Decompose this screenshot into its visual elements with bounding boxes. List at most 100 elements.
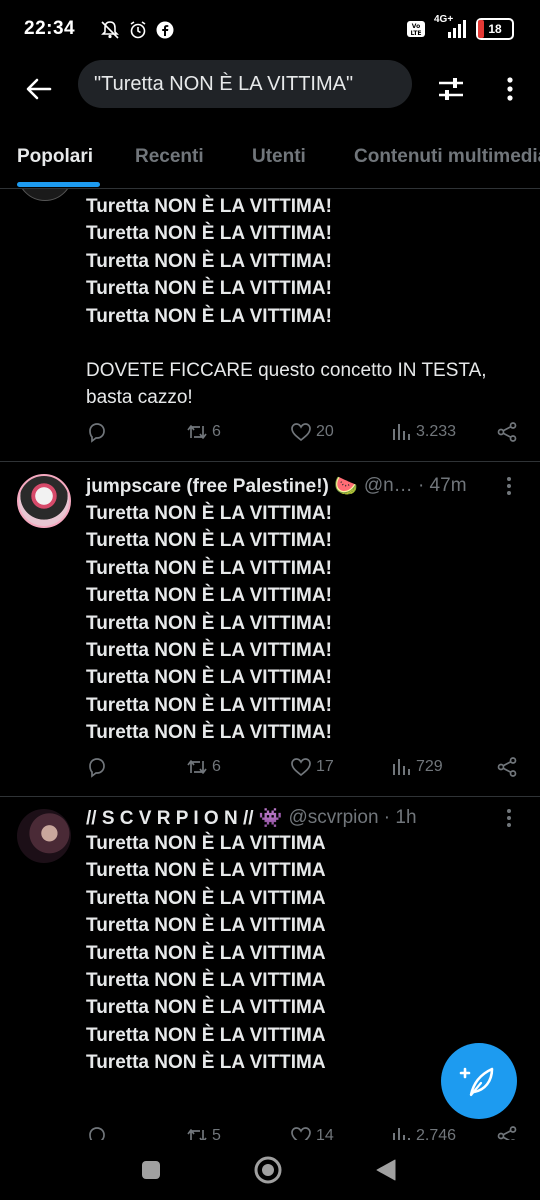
tweet-line: Turetta NON È LA VITTIMA [86, 915, 326, 937]
more-vertical-icon [507, 77, 513, 101]
volte-icon: VoLTE [407, 21, 425, 37]
author-name[interactable]: jumpscare (free Palestine!) 🍉 [86, 474, 358, 498]
more-options-button[interactable] [498, 72, 522, 106]
more-vertical-icon[interactable] [498, 806, 520, 830]
views-chart-icon [393, 1128, 410, 1140]
system-navigation-bar [0, 1140, 540, 1200]
share-icon [497, 1126, 517, 1140]
tweet-line: Turetta NON È LA VITTIMA! [86, 585, 332, 607]
facebook-icon [156, 21, 174, 39]
svg-text:Vo: Vo [412, 23, 420, 30]
tweet-actions: 6 20 3.233 [86, 421, 518, 449]
tweet-actions: 5 14 2.746 [86, 1125, 518, 1140]
alarm-icon [130, 21, 146, 39]
recents-button[interactable] [136, 1155, 166, 1185]
triangle-back-icon [376, 1159, 396, 1181]
tweet-line: Turetta NON È LA VITTIMA! [86, 694, 332, 716]
tweet-line: Turetta NON È LA VITTIMA! [86, 530, 332, 552]
like-count: 20 [316, 423, 334, 440]
tweet-line: Turetta NON È LA VITTIMA [86, 1024, 326, 1046]
status-bar: 22:34 Vo LTE 4G+ 18 [0, 0, 540, 60]
tab-popolari[interactable]: Popolari [17, 146, 93, 168]
tweet-time: · 47m [417, 475, 467, 496]
heart-icon [291, 1127, 311, 1140]
views-button[interactable]: 3.233 [390, 421, 456, 443]
more-vertical-icon[interactable] [498, 474, 520, 498]
retweet-icon [187, 425, 207, 439]
tweet-line: Turetta NON È LA VITTIMA [86, 887, 326, 909]
tab-contenuti-multimediali[interactable]: Contenuti multimediali [354, 146, 540, 168]
like-button[interactable]: 20 [290, 421, 334, 443]
tweet-line: Turetta NON È LA VITTIMA! [86, 223, 332, 245]
heart-icon [291, 758, 311, 777]
share-button[interactable] [496, 756, 518, 778]
views-button[interactable]: 729 [390, 756, 443, 778]
tweet-time: · 1h [383, 807, 417, 828]
author-handle: @n… [363, 475, 413, 496]
tab-recenti[interactable]: Recenti [135, 146, 204, 168]
compose-feather-icon [459, 1067, 494, 1097]
tweet-text: Turetta NON È LA VITTIMA Turetta NON È L… [86, 830, 520, 1077]
share-button[interactable] [496, 1125, 518, 1140]
tab-utenti[interactable]: Utenti [252, 146, 306, 168]
retweet-button[interactable]: 6 [186, 421, 221, 443]
tweet-line: Turetta NON È LA VITTIMA! [86, 722, 332, 744]
tweet-line: Turetta NON È LA VITTIMA [86, 833, 326, 854]
tweet-line: Turetta NON È LA VITTIMA! [86, 278, 332, 300]
like-button[interactable]: 17 [290, 756, 334, 778]
reply-button[interactable] [86, 756, 112, 778]
tweet-line: Turetta NON È LA VITTIMA [86, 970, 326, 992]
back-button[interactable] [22, 72, 56, 106]
retweet-count: 6 [212, 758, 221, 775]
tweet-text: Turetta NON È LA VITTIMA! Turetta NON È … [86, 193, 520, 412]
retweet-button[interactable]: 5 [186, 1125, 221, 1140]
status-time: 22:34 [24, 18, 76, 39]
home-button[interactable] [253, 1155, 283, 1185]
arrow-left-icon [26, 78, 52, 100]
reply-button[interactable] [86, 421, 112, 443]
tweet-feed[interactable]: Turetta NON È LA VITTIMA! Turetta NON È … [0, 189, 540, 1140]
views-button[interactable]: 2.746 [390, 1125, 456, 1140]
share-icon [497, 422, 517, 442]
reply-button[interactable] [86, 1125, 112, 1140]
author-name[interactable]: // S C V R P I O N // 👾 [86, 806, 282, 830]
tweet-line: Turetta NON È LA VITTIMA [86, 860, 326, 882]
like-button[interactable]: 14 [290, 1125, 334, 1140]
tweet-line: Turetta NON È LA VITTIMA [86, 942, 326, 964]
tweet-card[interactable]: Turetta NON È LA VITTIMA! Turetta NON È … [0, 189, 540, 461]
retweet-button[interactable]: 6 [186, 756, 221, 778]
filter-button[interactable] [434, 72, 468, 106]
battery-icon: 18 [476, 18, 514, 40]
like-count: 14 [316, 1127, 334, 1140]
view-count: 729 [416, 758, 443, 775]
svg-text:LTE: LTE [410, 30, 421, 37]
author-handle: @scvrpion [288, 807, 379, 828]
tweet-line: Turetta NON È LA VITTIMA [86, 997, 326, 1019]
avatar[interactable] [17, 474, 71, 528]
share-button[interactable] [496, 421, 518, 443]
tweet-actions: 6 17 729 [86, 756, 518, 784]
view-count: 3.233 [416, 423, 457, 440]
sliders-icon [439, 78, 463, 100]
square-icon [142, 1161, 160, 1179]
tweet-line: Turetta NON È LA VITTIMA! [86, 612, 332, 634]
search-input[interactable]: "Turetta NON È LA VITTIMA" [78, 60, 412, 108]
tweet-line: Turetta NON È LA VITTIMA! [86, 305, 332, 327]
back-nav-button[interactable] [371, 1155, 401, 1185]
avatar[interactable] [17, 189, 73, 201]
search-header: "Turetta NON È LA VITTIMA" [0, 60, 540, 120]
battery-level: 18 [488, 22, 502, 36]
compose-button[interactable] [441, 1043, 517, 1119]
share-icon [497, 757, 517, 777]
avatar[interactable] [17, 809, 71, 863]
views-chart-icon [393, 759, 410, 775]
tweet-line: Turetta NON È LA VITTIMA! [86, 196, 332, 217]
retweet-icon [187, 760, 207, 774]
reply-icon [89, 1127, 105, 1140]
tweet-text: Turetta NON È LA VITTIMA! Turetta NON È … [86, 500, 520, 747]
tweet-card[interactable]: jumpscare (free Palestine!) 🍉 @n… · 47m … [0, 462, 540, 797]
tweet-line: Turetta NON È LA VITTIMA! [86, 667, 332, 689]
signal-icon: 4G+ [434, 14, 468, 40]
active-tab-indicator [17, 182, 100, 187]
bell-off-icon [101, 21, 119, 39]
